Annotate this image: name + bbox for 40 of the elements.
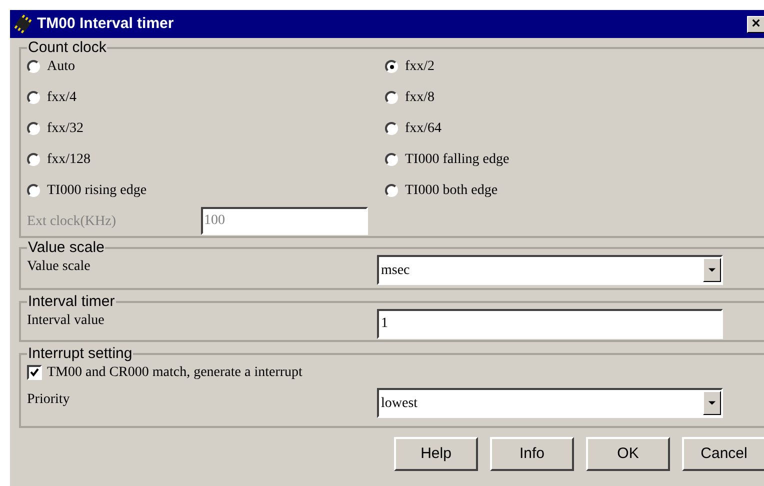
radio-button[interactable] <box>27 153 40 166</box>
radio-label: fxx/32 <box>47 120 84 138</box>
group-title: Interval timer <box>27 294 116 309</box>
group-title: Interrupt setting <box>27 346 134 361</box>
radio-button[interactable] <box>27 184 40 197</box>
radio-button[interactable] <box>385 122 398 135</box>
dialog-button[interactable]: OK <box>586 437 670 471</box>
field-label: Priority <box>27 391 71 409</box>
dialog-button[interactable]: Info <box>490 437 574 471</box>
radio-label: fxx/64 <box>405 120 442 138</box>
interval-value-field[interactable]: 1 <box>377 309 723 339</box>
field-label: Value scale <box>27 258 92 276</box>
radio-label: TI000 both edge <box>405 182 498 200</box>
radio-button[interactable] <box>385 184 398 197</box>
group-title: Count clock <box>27 40 108 55</box>
radio-button[interactable] <box>27 60 40 73</box>
field-label: Ext clock(KHz) <box>27 212 118 230</box>
radio-label: fxx/8 <box>405 89 435 107</box>
field-label: Interval value <box>27 312 106 330</box>
radio-button[interactable] <box>27 91 40 104</box>
chip-icon <box>12 13 34 35</box>
priority-dropdown[interactable]: lowest <box>377 388 723 418</box>
radio-button[interactable] <box>27 122 40 135</box>
checkbox[interactable] <box>27 365 42 380</box>
radio-label: TI000 falling edge <box>405 151 510 169</box>
radio-label: fxx/2 <box>405 58 435 76</box>
radio-label: TI000 rising edge <box>47 182 147 200</box>
radio-button[interactable] <box>385 91 398 104</box>
radio-button[interactable] <box>385 60 398 73</box>
radio-button[interactable] <box>385 153 398 166</box>
radio-label: Auto <box>47 58 75 76</box>
value-scale-dropdown[interactable]: msec <box>377 255 723 285</box>
window-title: TM00 Interval timer <box>37 14 175 34</box>
close-button[interactable]: × <box>747 16 764 32</box>
group-title: Value scale <box>27 240 106 255</box>
radio-label: fxx/4 <box>47 89 77 107</box>
dialog-button[interactable]: Cancel <box>682 437 764 471</box>
checkbox-label: TM00 and CR000 match, generate a interrupt <box>47 364 302 382</box>
dialog-button[interactable]: Help <box>394 437 478 471</box>
radio-label: fxx/128 <box>47 151 91 169</box>
